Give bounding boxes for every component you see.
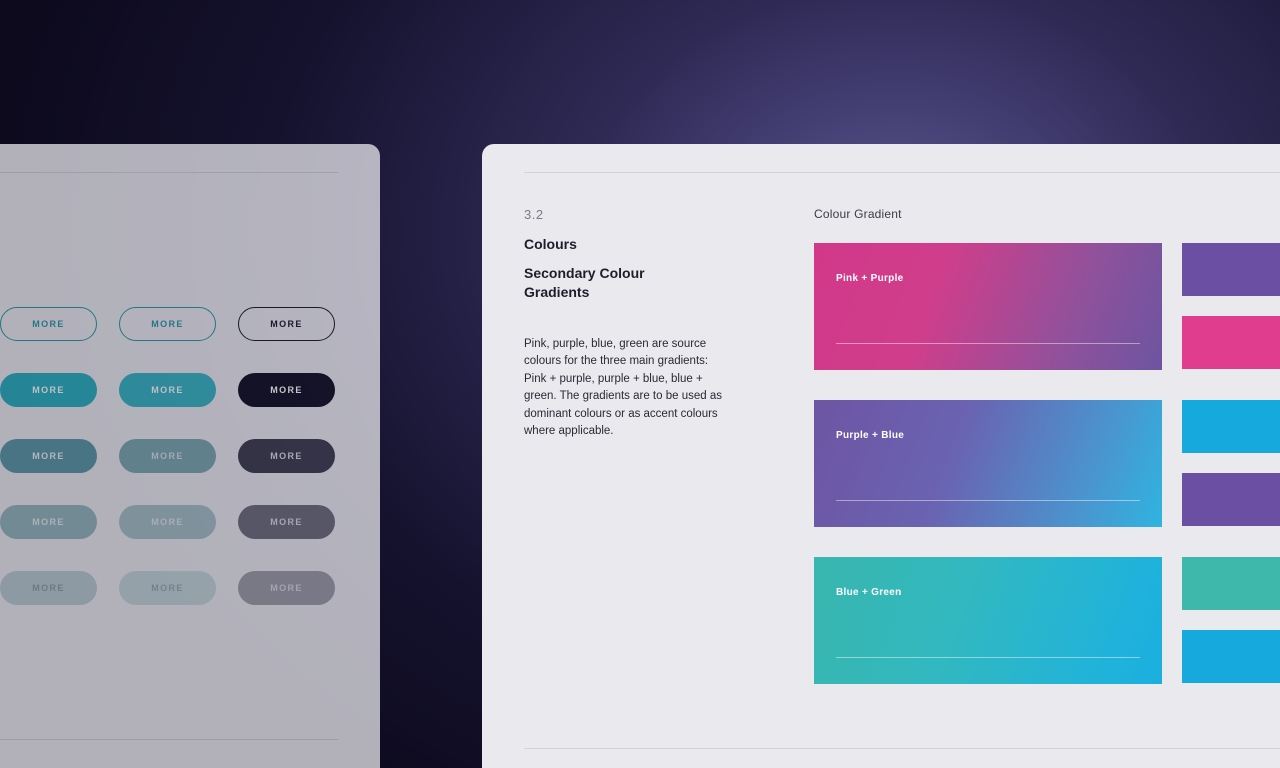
gallery-heading: Colour Gradient: [814, 207, 1280, 221]
page-title: Secondary Colour Gradients: [524, 264, 704, 302]
colour-chip-blue: [1182, 400, 1280, 453]
gradient-name: Blue + Green: [836, 587, 1140, 598]
swatch-divider: [836, 657, 1140, 658]
more-button[interactable]: MORE: [238, 571, 335, 605]
more-button[interactable]: MORE: [0, 439, 97, 473]
more-button[interactable]: MORE: [238, 307, 335, 341]
more-button[interactable]: MORE: [119, 439, 216, 473]
more-button[interactable]: MORE: [0, 505, 97, 539]
colour-chip-pink: [1182, 316, 1280, 369]
button-variant-grid: MORE MORE MORE MORE MORE MORE MORE MORE …: [0, 307, 338, 605]
gradient-swatch-blue-green: Blue + Green: [814, 557, 1162, 684]
more-button[interactable]: MORE: [119, 307, 216, 341]
style-guide-page-right: 3.2 Colours Secondary Colour Gradients P…: [482, 144, 1280, 768]
section-label: Colours: [524, 236, 784, 252]
colour-chip-purple: [1182, 473, 1280, 526]
section-number: 3.2: [524, 207, 784, 222]
more-button[interactable]: MORE: [238, 505, 335, 539]
gradient-row: Purple + Blue: [814, 400, 1280, 527]
more-button[interactable]: MORE: [238, 373, 335, 407]
gradient-gallery: Colour Gradient Pink + Purple Purple + B…: [814, 207, 1280, 714]
more-button[interactable]: MORE: [0, 373, 97, 407]
more-button[interactable]: MORE: [0, 307, 97, 341]
colour-chip-green: [1182, 557, 1280, 610]
divider: [0, 172, 338, 173]
colour-chip-purple: [1182, 243, 1280, 296]
page-description: Pink, purple, blue, green are source col…: [524, 336, 732, 441]
colour-chip-blue: [1182, 630, 1280, 683]
gradient-row: Blue + Green: [814, 557, 1280, 684]
swatch-divider: [836, 343, 1140, 344]
more-button[interactable]: MORE: [119, 373, 216, 407]
style-guide-page-left: MORE MORE MORE MORE MORE MORE MORE MORE …: [0, 144, 380, 768]
divider: [524, 748, 1280, 749]
gradient-swatch-pink-purple: Pink + Purple: [814, 243, 1162, 370]
gradient-swatch-purple-blue: Purple + Blue: [814, 400, 1162, 527]
divider: [524, 172, 1280, 173]
more-button[interactable]: MORE: [0, 571, 97, 605]
more-button[interactable]: MORE: [119, 571, 216, 605]
gradient-row: Pink + Purple: [814, 243, 1280, 370]
swatch-divider: [836, 500, 1140, 501]
gradient-name: Purple + Blue: [836, 430, 1140, 441]
more-button[interactable]: MORE: [238, 439, 335, 473]
more-button[interactable]: MORE: [119, 505, 216, 539]
page-meta: 3.2 Colours Secondary Colour Gradients P…: [524, 207, 814, 714]
divider: [0, 739, 338, 740]
gradient-name: Pink + Purple: [836, 273, 1140, 284]
